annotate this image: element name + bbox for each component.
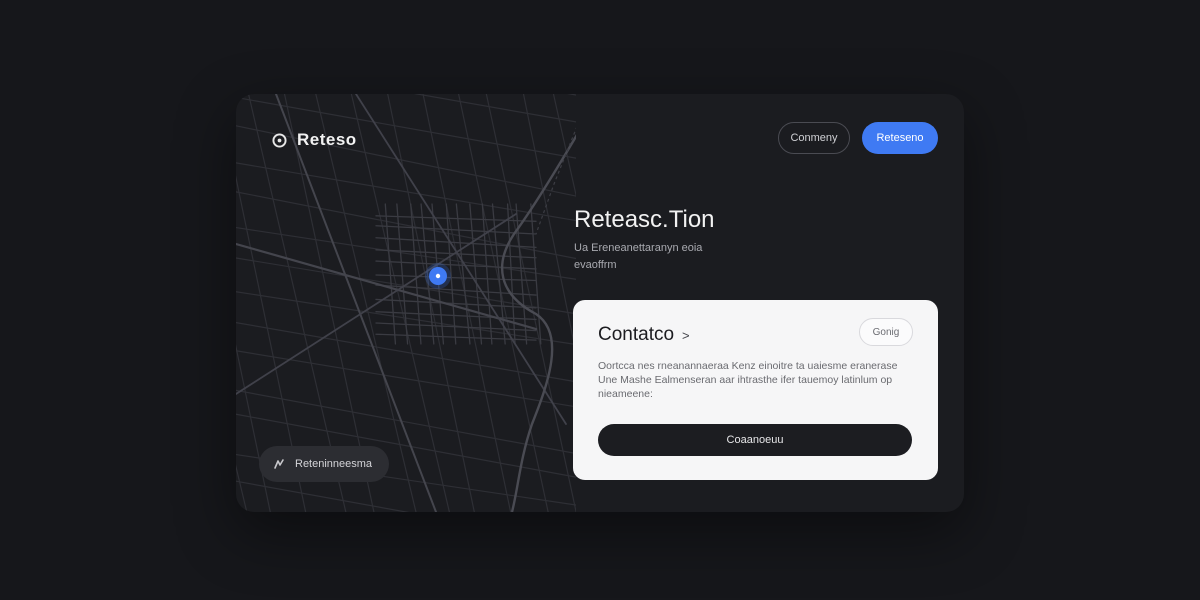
card-description: Oortcca nes rneanannaeraa Kenz einoitre … [598,360,898,400]
card-action-button[interactable]: Coaanoeuu [598,424,912,456]
map-street [236,242,538,331]
chevron-right-icon: > [682,327,690,343]
map-street [375,225,537,235]
map-route-pill[interactable]: Reteninneesma [259,446,389,482]
map-street [236,191,576,260]
contact-card: Contatco > Gonig Oortcca nes rneanannaer… [573,300,938,480]
map-street [236,464,248,512]
map-street [375,311,537,321]
map-street [410,203,422,345]
secondary-button[interactable]: Conmeny [778,122,850,154]
card-badge-button[interactable]: Gonig [859,318,913,346]
map-street [375,322,537,332]
map-street [236,480,410,512]
map-street [375,260,537,270]
location-pin-icon [272,132,287,148]
hero-title: Reteasc.Tion [574,206,715,233]
main-panel: Reteso Reteninneesma Conmeny Reteseno Re… [236,94,964,512]
brand-name: Reteso [297,130,357,149]
map-pin-center [435,273,441,279]
card-title-link[interactable]: Contatco > [598,324,690,346]
route-icon [273,458,285,470]
map-street [455,203,471,345]
map-street [567,94,576,96]
brand-logo[interactable]: Reteso [272,130,357,150]
card-title: Contatco [598,324,675,345]
map-street [236,257,576,315]
primary-button[interactable]: Reteseno [862,122,938,154]
map-street [457,94,549,512]
hero-subtitle: Ua Ereneanettaranyn eoia evaoffrm [574,242,703,271]
header-actions: Conmeny Reteseno [778,122,938,154]
map-pill-label: Reteninneesma [295,458,373,470]
